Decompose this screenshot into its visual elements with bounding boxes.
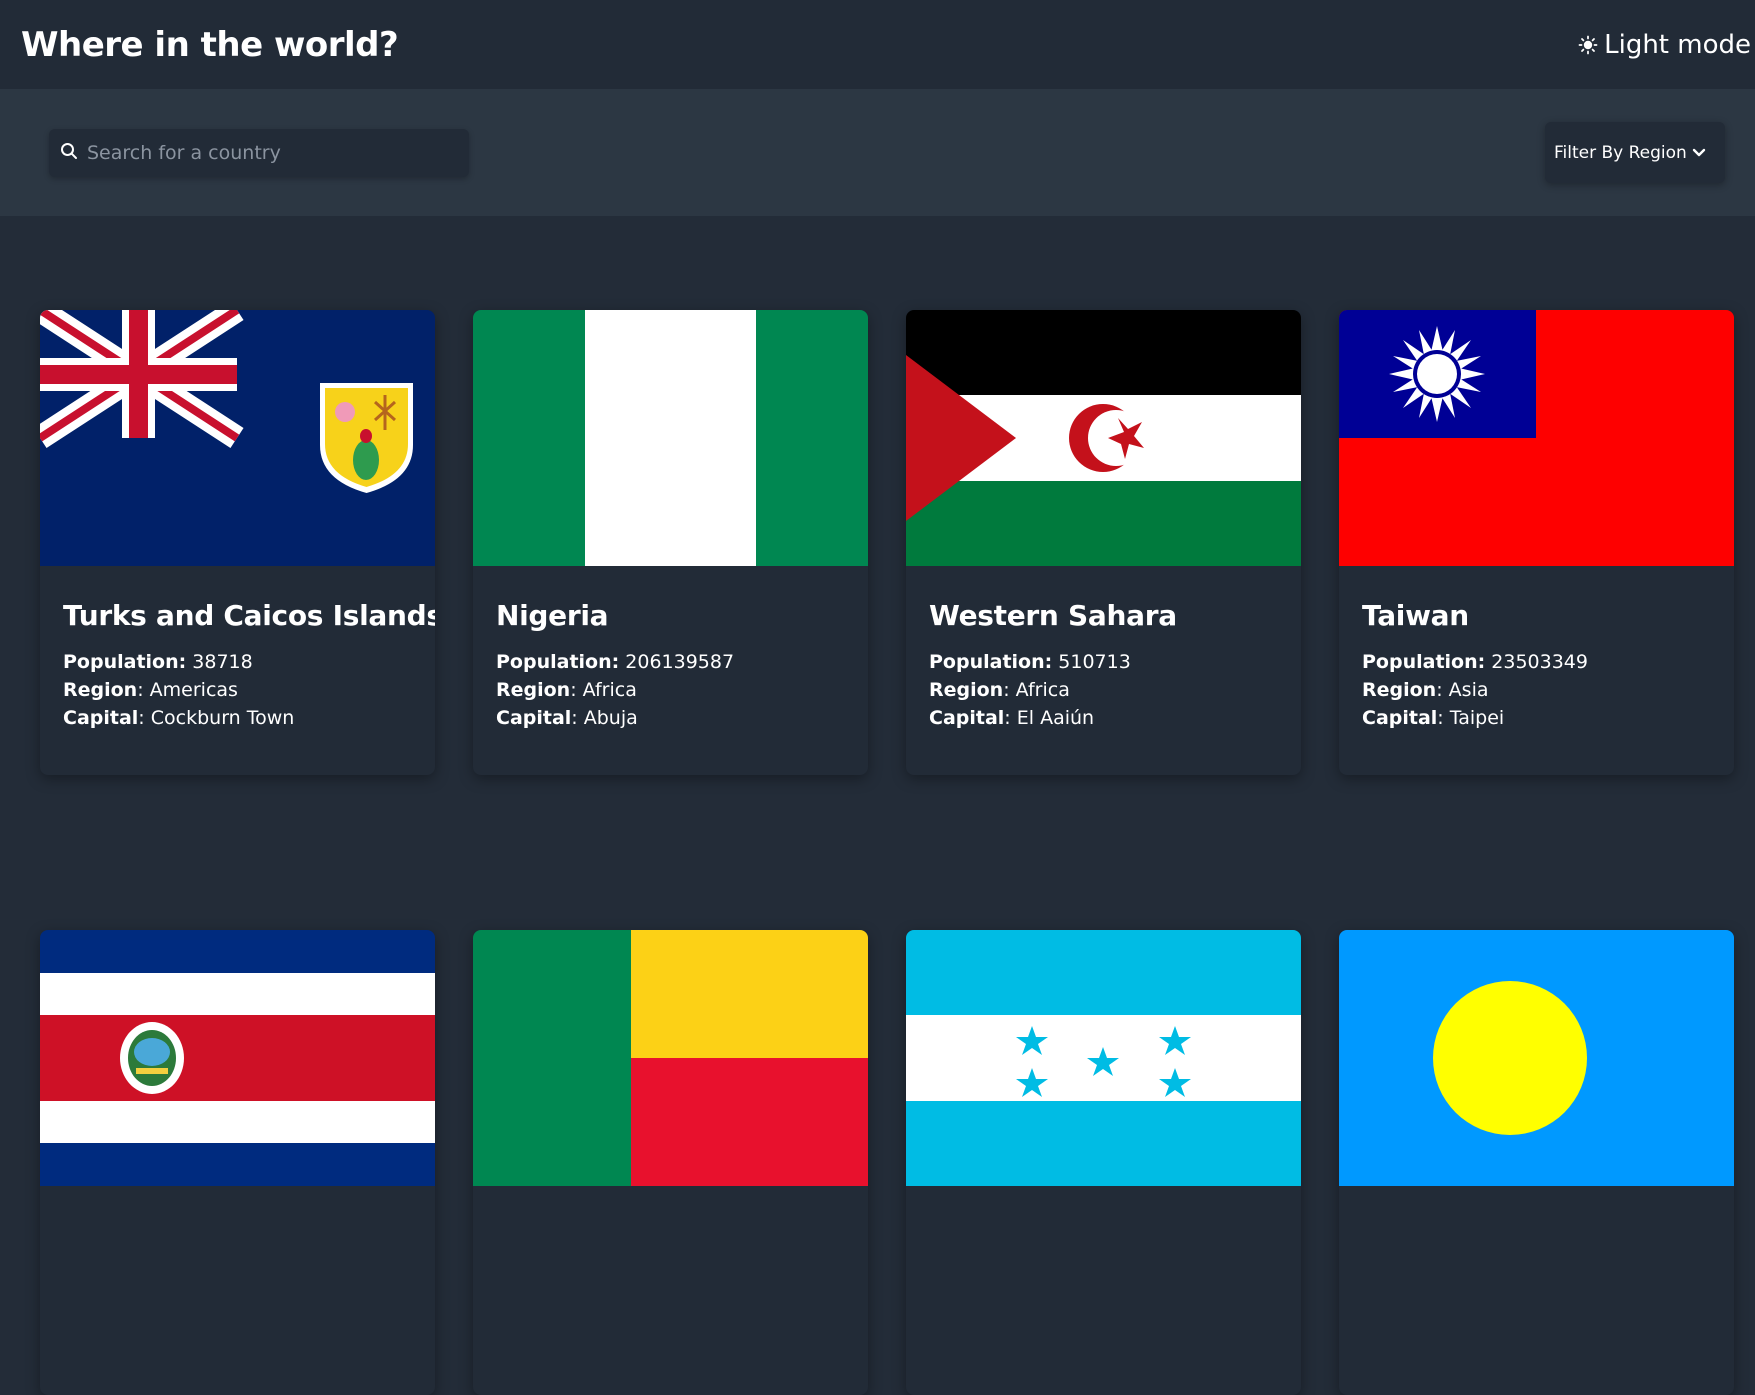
region-value: Asia [1448,679,1489,701]
taiwan-flag-icon [1339,310,1734,566]
population-row: Population: 23503349 [1362,648,1711,676]
region-value: Americas [149,679,238,701]
region-filter-dropdown[interactable]: Filter By Region [1545,122,1725,183]
region-row: Region: Asia [1362,679,1489,701]
population-label: Population: [63,651,187,673]
benin-flag-icon [473,930,868,1186]
region-label: Region [63,679,138,701]
sun-icon [1578,35,1598,55]
country-card[interactable]: Western Sahara Population: 510713 Region… [906,310,1301,775]
capital-label: Capital [1362,707,1438,729]
palau-flag-icon [1339,930,1734,1186]
capital-value: El Aaiún [1016,707,1095,729]
population-value: 38718 [192,651,253,673]
western-sahara-flag-icon [906,310,1301,566]
search-input[interactable] [87,142,447,164]
population-label: Population: [496,651,620,673]
country-card[interactable] [1339,930,1734,1395]
population-label: Population: [929,651,1053,673]
capital-value: Cockburn Town [150,707,295,729]
population-row: Population: 38718 [63,648,412,676]
region-value: Africa [1015,679,1070,701]
country-card[interactable] [473,930,868,1395]
population-row: Population: 206139587 [496,648,845,676]
capital-row: Capital: Abuja [496,707,638,729]
country-name: Turks and Caicos Islands [63,599,435,632]
capital-value: Abuja [583,707,638,729]
country-name: Western Sahara [929,599,1177,632]
region-label: Region [929,679,1004,701]
country-card[interactable] [40,930,435,1395]
turks-and-caicos-flag-icon [40,310,435,566]
region-label: Region [496,679,571,701]
capital-row: Capital: Cockburn Town [63,707,295,729]
capital-value: Taipei [1449,707,1505,729]
search-box[interactable] [49,129,469,177]
country-card[interactable]: Taiwan Population: 23503349 Region: Asia… [1339,310,1734,775]
app-title: Where in the world? [21,24,399,65]
country-name: Taiwan [1362,599,1469,632]
costa-rica-flag-icon [40,930,435,1186]
population-row: Population: 510713 [929,648,1278,676]
capital-row: Capital: El Aaiún [929,707,1095,729]
population-value: 510713 [1058,651,1131,673]
region-value: Africa [582,679,637,701]
region-label: Region [1362,679,1437,701]
search-icon [60,142,78,164]
population-label: Population: [1362,651,1486,673]
country-name: Nigeria [496,599,609,632]
region-row: Region: Americas [63,679,238,701]
region-row: Region: Africa [496,679,637,701]
app-header: Where in the world? Light mode [0,0,1755,89]
region-row: Region: Africa [929,679,1070,701]
country-card[interactable] [906,930,1301,1395]
capital-label: Capital [929,707,1005,729]
theme-toggle-label: Light mode [1604,29,1751,60]
chevron-down-icon [1692,143,1706,163]
region-filter-label: Filter By Region [1554,142,1687,163]
country-card[interactable]: Nigeria Population: 206139587 Region: Af… [473,310,868,775]
nigeria-flag-icon [473,310,868,566]
population-value: 23503349 [1491,651,1588,673]
country-card[interactable]: Turks and Caicos Islands Population: 387… [40,310,435,775]
toolbar: Filter By Region [0,89,1755,216]
capital-label: Capital [63,707,139,729]
population-value: 206139587 [625,651,735,673]
capital-row: Capital: Taipei [1362,707,1505,729]
theme-toggle-button[interactable]: Light mode [1578,30,1755,60]
capital-label: Capital [496,707,572,729]
honduras-flag-icon [906,930,1301,1186]
